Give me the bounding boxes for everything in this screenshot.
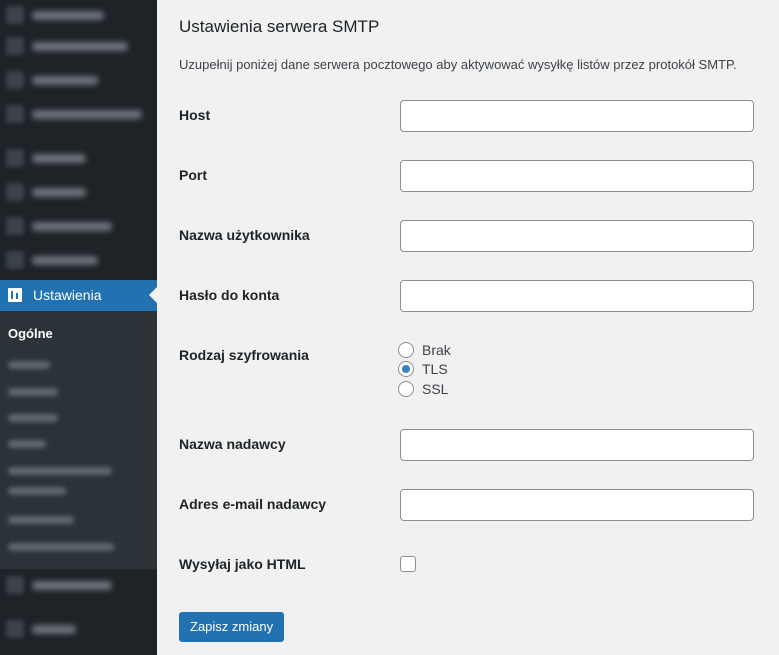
radio-button-checked[interactable]: [398, 361, 414, 377]
password-input[interactable]: [400, 280, 754, 312]
sidebar-item-blurred[interactable]: [0, 570, 157, 600]
encryption-option-tls[interactable]: TLS: [398, 361, 448, 377]
sidebar-item-blurred[interactable]: [0, 211, 157, 241]
submenu-item-blurred[interactable]: [8, 516, 74, 524]
sidebar-item-ustawienia[interactable]: Ustawienia: [0, 280, 157, 311]
menu-icon: [6, 576, 24, 594]
port-input[interactable]: [400, 160, 754, 192]
radio-label: TLS: [422, 361, 448, 377]
sidebar-submenu: Ogólne: [0, 311, 157, 569]
sender-name-label: Nazwa nadawcy: [179, 436, 286, 452]
menu-icon: [6, 149, 24, 167]
submenu-item-blurred[interactable]: [8, 414, 58, 422]
submenu-item-blurred[interactable]: [8, 487, 66, 495]
port-label: Port: [179, 167, 207, 183]
sender-name-input[interactable]: [400, 429, 754, 461]
save-button[interactable]: Zapisz zmiany: [179, 612, 285, 642]
host-label: Host: [179, 107, 211, 123]
radio-label: Brak: [422, 342, 451, 358]
sidebar-item-blurred[interactable]: [0, 65, 157, 95]
encryption-label: Rodzaj szyfrowania: [179, 347, 309, 363]
sidebar-item-blurred[interactable]: [0, 245, 157, 275]
submenu-item-current[interactable]: Ogólne: [8, 326, 53, 341]
password-label: Hasło do konta: [179, 287, 280, 303]
encryption-option-ssl[interactable]: SSL: [398, 381, 448, 397]
admin-sidebar: Ustawienia Ogólne: [0, 0, 157, 655]
sidebar-item-blurred[interactable]: [0, 614, 157, 644]
page-title: Ustawienia serwera SMTP: [179, 17, 380, 36]
sidebar-item-blurred[interactable]: [0, 177, 157, 207]
submenu-item-blurred[interactable]: [8, 543, 114, 551]
settings-panel: Ustawienia serwera SMTP Uzupełnij poniże…: [157, 0, 779, 655]
sidebar-item-label: Ustawienia: [33, 287, 102, 303]
submenu-item-blurred[interactable]: [8, 440, 46, 448]
menu-icon: [6, 183, 24, 201]
radio-label: SSL: [422, 381, 449, 397]
username-input[interactable]: [400, 220, 754, 252]
sidebar-item-blurred[interactable]: [0, 31, 157, 61]
host-input[interactable]: [400, 100, 754, 132]
radio-button[interactable]: [398, 342, 414, 358]
html-label: Wysyłaj jako HTML: [179, 556, 306, 572]
page-description: Uzupełnij poniżej dane serwera pocztoweg…: [179, 57, 737, 72]
encryption-option-none[interactable]: Brak: [398, 342, 451, 358]
submenu-item-blurred[interactable]: [8, 361, 50, 369]
settings-icon: [8, 288, 22, 302]
menu-icon: [6, 71, 24, 89]
sidebar-item-blurred[interactable]: [0, 143, 157, 173]
menu-icon: [6, 6, 24, 24]
submenu-item-blurred[interactable]: [8, 388, 58, 396]
menu-icon: [6, 105, 24, 123]
menu-icon: [6, 217, 24, 235]
menu-icon: [6, 251, 24, 269]
sender-email-label: Adres e-mail nadawcy: [179, 496, 327, 512]
sidebar-item-blurred[interactable]: [0, 0, 157, 30]
menu-icon: [6, 37, 24, 55]
submenu-item-blurred[interactable]: [8, 467, 112, 475]
sender-email-input[interactable]: [400, 489, 754, 521]
current-arrow-icon: [149, 287, 157, 303]
radio-button[interactable]: [398, 381, 414, 397]
menu-icon: [6, 620, 24, 638]
sidebar-item-blurred[interactable]: [0, 99, 157, 129]
html-checkbox[interactable]: [400, 556, 416, 572]
username-label: Nazwa użytkownika: [179, 227, 310, 243]
